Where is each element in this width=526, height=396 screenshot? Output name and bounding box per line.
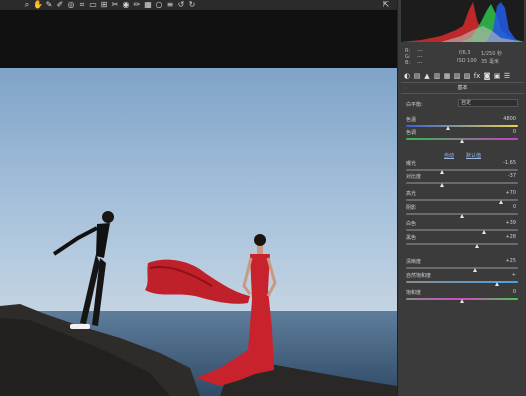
rotate-left-icon[interactable]: ↺ — [176, 0, 186, 10]
exposure-label: 曝光 — [406, 161, 417, 167]
white-balance-label: 白平衡: — [406, 102, 423, 108]
highlights-value[interactable]: +70 — [505, 190, 516, 196]
contrast-value[interactable]: -37 — [508, 173, 516, 179]
rotate-right-icon[interactable]: ↻ — [187, 0, 197, 10]
blacks-slider-track[interactable] — [406, 243, 518, 245]
divider — [401, 93, 524, 94]
whites-slider-track[interactable] — [406, 229, 518, 231]
focal-length: 35 毫米 — [481, 59, 499, 65]
white-balance-select[interactable]: 自定 — [458, 99, 518, 107]
saturation-value[interactable]: 0 — [513, 289, 516, 295]
temperature-slider-thumb[interactable] — [446, 126, 451, 130]
red-eye-tool-icon[interactable]: ◉ — [121, 0, 131, 10]
b-value: --- — [417, 60, 423, 66]
shutter-speed: 1/250 秒 — [481, 51, 502, 57]
contrast-slider-track[interactable] — [406, 182, 518, 184]
spot-removal-tool-icon[interactable]: ✂ — [110, 0, 120, 10]
straighten-tool-icon[interactable]: ▭ — [88, 0, 98, 10]
panel-tab-icon-3[interactable]: ▥ — [433, 72, 441, 80]
highlights-slider-thumb[interactable] — [498, 200, 503, 204]
crop-tool-icon[interactable]: ⌗ — [77, 0, 87, 10]
clarity-slider-track[interactable] — [406, 267, 518, 269]
panel-tab-icon-1[interactable]: ▤ — [413, 72, 421, 80]
vibrance-value[interactable]: + — [512, 272, 516, 278]
tint-value[interactable]: 0 — [513, 129, 516, 135]
temperature-label: 色温 — [406, 117, 417, 123]
iso: ISO 100 — [457, 58, 477, 64]
vibrance-slider-track[interactable] — [406, 281, 518, 283]
panel-title: 基本 — [457, 85, 468, 91]
clarity-slider-thumb[interactable] — [472, 268, 477, 272]
auto-button[interactable]: 自动 — [444, 152, 454, 159]
panel-tab-icon-7[interactable]: fx — [473, 72, 481, 80]
panel-tab-icon-9[interactable]: ▣ — [493, 72, 501, 80]
exposure-slider-thumb[interactable] — [440, 170, 445, 174]
highlights-label: 高光 — [406, 191, 417, 197]
blacks-slider-thumb[interactable] — [475, 244, 480, 248]
blacks-value[interactable]: +28 — [505, 234, 516, 240]
whites-value[interactable]: +39 — [505, 220, 516, 226]
panel-tab-icon-2[interactable]: ▲ — [423, 72, 431, 80]
white-balance-tool-icon[interactable]: ✎ — [44, 0, 54, 10]
panel-tabs: ◐ ▤ ▲ ▥ ▦ ▧ ▨ fx ◙ ▣ ☰ — [401, 71, 524, 81]
tint-label: 色调 — [406, 130, 417, 136]
graduated-filter-icon[interactable]: ▦ — [143, 0, 153, 10]
saturation-slider-thumb[interactable] — [459, 299, 464, 303]
panel-tab-icon-4[interactable]: ▦ — [443, 72, 451, 80]
panel-tab-icon-10[interactable]: ☰ — [503, 72, 511, 80]
shadows-slider-thumb[interactable] — [459, 214, 464, 218]
canvas-background — [0, 10, 397, 68]
exposure-value[interactable]: -1.65 — [503, 160, 516, 166]
color-sampler-tool-icon[interactable]: ✐ — [55, 0, 65, 10]
whites-slider-thumb[interactable] — [481, 230, 486, 234]
temperature-value[interactable]: 4800 — [503, 116, 516, 122]
panel-tab-icon-6[interactable]: ▨ — [463, 72, 471, 80]
vibrance-label: 自然饱和度 — [406, 273, 432, 279]
contrast-label: 对比度 — [406, 174, 422, 180]
radial-filter-icon[interactable]: ○ — [154, 0, 164, 10]
transform-tool-icon[interactable]: ⊞ — [99, 0, 109, 10]
image-info: R: --- G: --- B: --- f/6.3 1/250 秒 ISO 1… — [401, 44, 524, 66]
clarity-label: 清晰度 — [406, 259, 422, 265]
toolbar: ⌕ ✋ ✎ ✐ ◎ ⌗ ▭ ⊞ ✂ ◉ ✏ ▦ ○ ≡ ↺ ↻ — [0, 0, 397, 10]
photo-image — [0, 68, 397, 396]
tint-slider-thumb[interactable] — [459, 139, 464, 143]
adjustment-brush-icon[interactable]: ✏ — [132, 0, 142, 10]
vibrance-slider-thumb[interactable] — [495, 282, 500, 286]
right-panel: R: --- G: --- B: --- f/6.3 1/250 秒 ISO 1… — [397, 0, 526, 396]
histogram — [401, 0, 524, 42]
aperture: f/6.3 — [459, 50, 471, 56]
b-label: B: — [405, 60, 411, 66]
target-adjustment-tool-icon[interactable]: ◎ — [66, 0, 76, 10]
clarity-value[interactable]: +25 — [505, 258, 516, 264]
contrast-slider-thumb[interactable] — [440, 183, 445, 187]
zoom-tool-icon[interactable]: ⌕ — [22, 0, 32, 10]
shadows-value[interactable]: 0 — [513, 204, 516, 210]
preview-toggle-icon[interactable]: ⇱ — [381, 0, 391, 10]
blacks-label: 黑色 — [406, 235, 417, 241]
divider — [401, 82, 524, 83]
saturation-label: 饱和度 — [406, 290, 422, 296]
panel-tab-icon-8[interactable]: ◙ — [483, 72, 491, 80]
exposure-slider-track[interactable] — [406, 169, 518, 171]
preferences-icon[interactable]: ≡ — [165, 0, 175, 10]
hand-tool-icon[interactable]: ✋ — [33, 0, 43, 10]
panel-tab-icon-0[interactable]: ◐ — [403, 72, 411, 80]
whites-label: 白色 — [406, 221, 417, 227]
photo-preview[interactable] — [0, 68, 397, 396]
default-button[interactable]: 默认值 — [466, 152, 481, 159]
temperature-slider-track[interactable] — [406, 125, 518, 127]
shadows-label: 阴影 — [406, 205, 417, 211]
panel-tab-icon-5[interactable]: ▧ — [453, 72, 461, 80]
